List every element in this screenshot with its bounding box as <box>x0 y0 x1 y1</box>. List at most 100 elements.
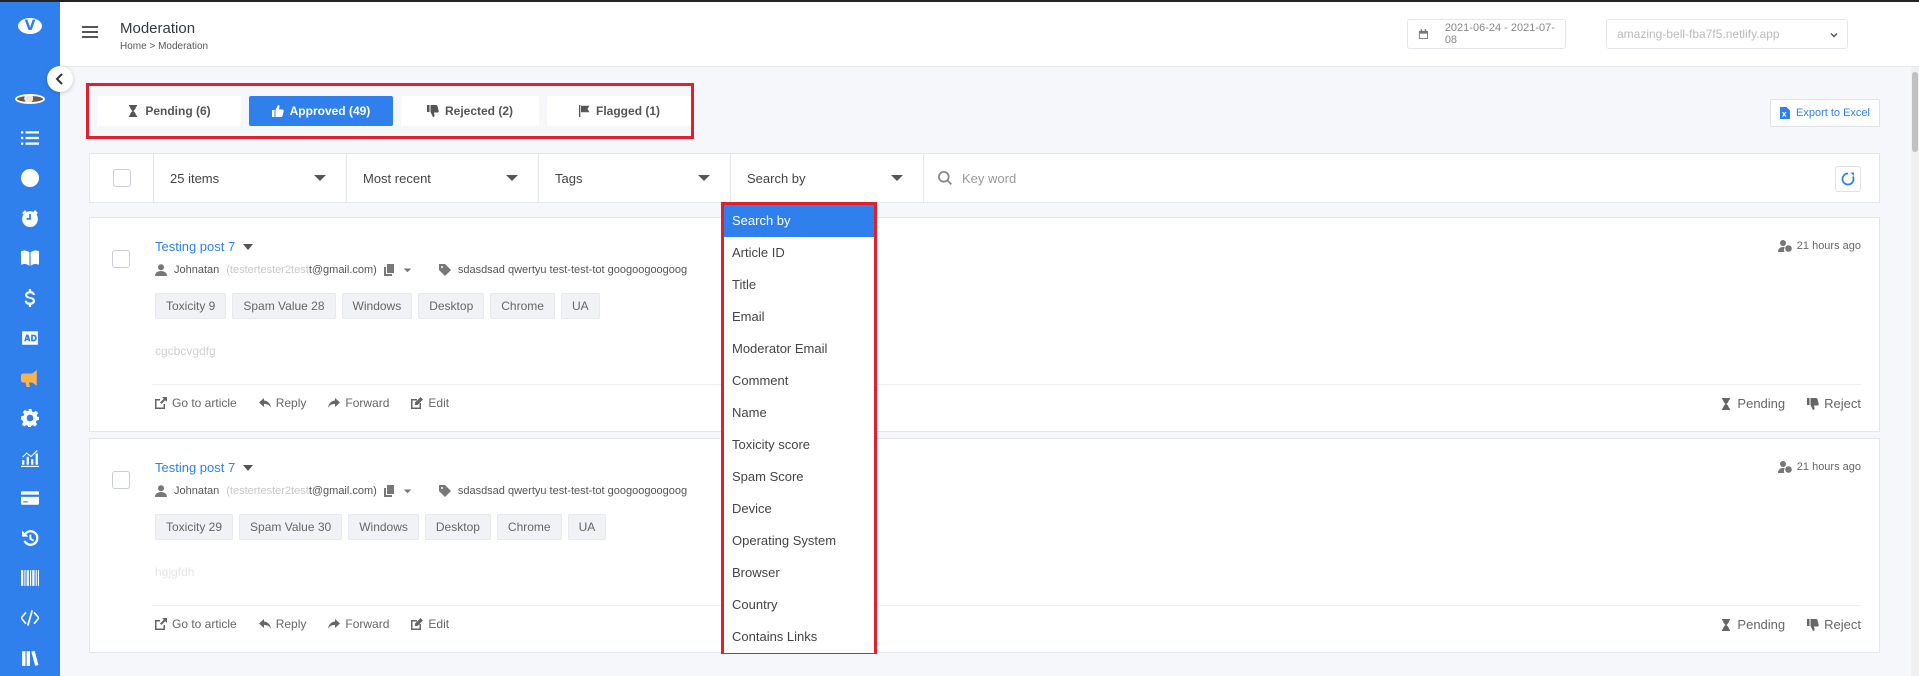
pending-button[interactable]: Pending <box>1720 617 1785 632</box>
pending-label: Pending <box>1737 396 1786 411</box>
books-icon[interactable] <box>0 638 60 676</box>
dropdown-option-search-by[interactable]: Search by <box>724 205 874 237</box>
select-all-cell <box>90 153 154 203</box>
items-per-page-select[interactable]: 25 items <box>154 153 347 203</box>
tab-pending-label: Pending (6) <box>145 104 211 118</box>
dropdown-option-toxicity-score[interactable]: Toxicity score <box>724 429 874 461</box>
post-meta: Johnatan (testertester2testt@gmail.com) … <box>155 485 687 497</box>
reply-icon <box>258 619 271 629</box>
tab-pending[interactable]: Pending (6) <box>97 96 241 126</box>
edit-link[interactable]: Edit <box>411 617 449 631</box>
user-avatar[interactable] <box>15 94 45 104</box>
keyword-placeholder: Key word <box>962 170 1017 186</box>
book-icon[interactable] <box>0 238 60 278</box>
clock-icon[interactable] <box>0 158 60 198</box>
hourglass-icon <box>1722 618 1731 631</box>
post-card: Testing post 7 Johnatan (testertester2te… <box>89 438 1880 653</box>
dropdown-option-device[interactable]: Device <box>724 493 874 525</box>
post-title[interactable]: Testing post 7 <box>155 460 254 475</box>
user-clock-icon <box>1777 461 1792 473</box>
dropdown-option-country[interactable]: Country <box>724 589 874 621</box>
dropdown-option-operating-system[interactable]: Operating System <box>724 525 874 557</box>
tags-select[interactable]: Tags <box>539 153 731 203</box>
search-by-select[interactable]: Search by <box>731 153 924 203</box>
dollar-icon[interactable] <box>0 278 60 318</box>
dropdown-option-comment[interactable]: Comment <box>724 365 874 397</box>
reply-link[interactable]: Reply <box>258 396 306 410</box>
tab-flagged[interactable]: Flagged (1) <box>547 96 692 126</box>
chart-icon[interactable] <box>0 438 60 478</box>
export-label: Export to Excel <box>1796 107 1870 119</box>
export-to-excel-button[interactable]: Export to Excel <box>1770 99 1880 127</box>
edit-link[interactable]: Edit <box>411 396 449 410</box>
hourglass-icon <box>129 105 138 117</box>
dropdown-option-contains-links[interactable]: Contains Links <box>724 621 874 653</box>
tab-rejected[interactable]: Rejected (2) <box>400 96 540 126</box>
refresh-button[interactable] <box>1835 166 1861 192</box>
chevron-down-icon <box>1830 32 1838 38</box>
flag-icon <box>579 105 590 117</box>
site-select-value: amazing-bell-fba7f5.netlify.app <box>1617 27 1780 41</box>
caret-down-icon[interactable] <box>403 485 412 497</box>
post-tags: sdasdsad qwertyu test-test-tot googoogoo… <box>457 264 688 276</box>
caret-down-icon[interactable] <box>243 464 254 471</box>
select-all-checkbox[interactable] <box>112 169 131 187</box>
megaphone-icon[interactable] <box>0 358 60 398</box>
go-to-article-link[interactable]: Go to article <box>155 617 237 631</box>
list-icon[interactable] <box>0 118 60 158</box>
post-time: 21 hours ago <box>1777 240 1861 252</box>
dropdown-option-title[interactable]: Title <box>724 269 874 301</box>
app-logo[interactable]: V <box>18 18 42 34</box>
copy-icon[interactable] <box>383 485 396 497</box>
forward-link[interactable]: Forward <box>328 617 389 631</box>
post-comment: cgcbcvgdfg <box>155 344 216 358</box>
post-email-blurred: (testertester2test <box>226 264 309 276</box>
reject-button[interactable]: Reject <box>1807 396 1861 411</box>
copy-icon[interactable] <box>383 264 396 276</box>
post-title[interactable]: Testing post 7 <box>155 239 254 254</box>
date-range-picker[interactable]: 2021-06-24 - 2021-07-08 <box>1407 19 1566 49</box>
dropdown-option-article-id[interactable]: Article ID <box>724 237 874 269</box>
scrollbar-thumb[interactable] <box>1912 72 1918 152</box>
collapse-sidebar-button[interactable] <box>47 66 73 92</box>
chip-browser: Chrome <box>490 293 555 319</box>
menu-icon[interactable] <box>82 26 98 38</box>
post-title-text[interactable]: Testing post 7 <box>155 239 235 254</box>
alarm-icon[interactable] <box>0 198 60 238</box>
gear-icon[interactable] <box>0 398 60 438</box>
reply-link[interactable]: Reply <box>258 617 306 631</box>
post-checkbox[interactable] <box>112 250 130 268</box>
post-chips: Toxicity 9 Spam Value 28 Windows Desktop… <box>155 293 600 319</box>
post-checkbox[interactable] <box>112 471 130 489</box>
reject-button[interactable]: Reject <box>1807 617 1861 632</box>
site-select[interactable]: amazing-bell-fba7f5.netlify.app <box>1606 19 1848 49</box>
dropdown-option-name[interactable]: Name <box>724 397 874 429</box>
pending-button[interactable]: Pending <box>1720 396 1785 411</box>
forward-link[interactable]: Forward <box>328 396 389 410</box>
card-divider <box>152 384 1861 385</box>
card-icon[interactable] <box>0 478 60 518</box>
user-icon <box>155 264 167 276</box>
tab-approved[interactable]: Approved (49) <box>248 96 393 126</box>
ad-icon[interactable] <box>0 318 60 358</box>
barcode-icon[interactable] <box>0 558 60 598</box>
edit-icon <box>411 618 424 630</box>
code-icon[interactable] <box>0 598 60 638</box>
page-scrollbar[interactable] <box>1911 67 1919 676</box>
keyword-search-input[interactable]: Key word <box>924 153 1879 203</box>
breadcrumb: Home > Moderation <box>120 41 209 52</box>
caret-down-icon[interactable] <box>403 264 412 276</box>
caret-down-icon[interactable] <box>243 243 254 250</box>
card-divider <box>152 605 1861 606</box>
dropdown-option-email[interactable]: Email <box>724 301 874 333</box>
go-to-article-link[interactable]: Go to article <box>155 396 237 410</box>
chip-spam: Spam Value 30 <box>239 514 343 540</box>
post-time-text: 21 hours ago <box>1796 461 1861 473</box>
history-icon[interactable] <box>0 518 60 558</box>
dropdown-option-browser[interactable]: Browser <box>724 557 874 589</box>
post-email-domain: t@gmail.com) <box>308 485 377 497</box>
dropdown-option-moderator-email[interactable]: Moderator Email <box>724 333 874 365</box>
post-title-text[interactable]: Testing post 7 <box>155 460 235 475</box>
sort-select[interactable]: Most recent <box>347 153 539 203</box>
dropdown-option-spam-score[interactable]: Spam Score <box>724 461 874 493</box>
